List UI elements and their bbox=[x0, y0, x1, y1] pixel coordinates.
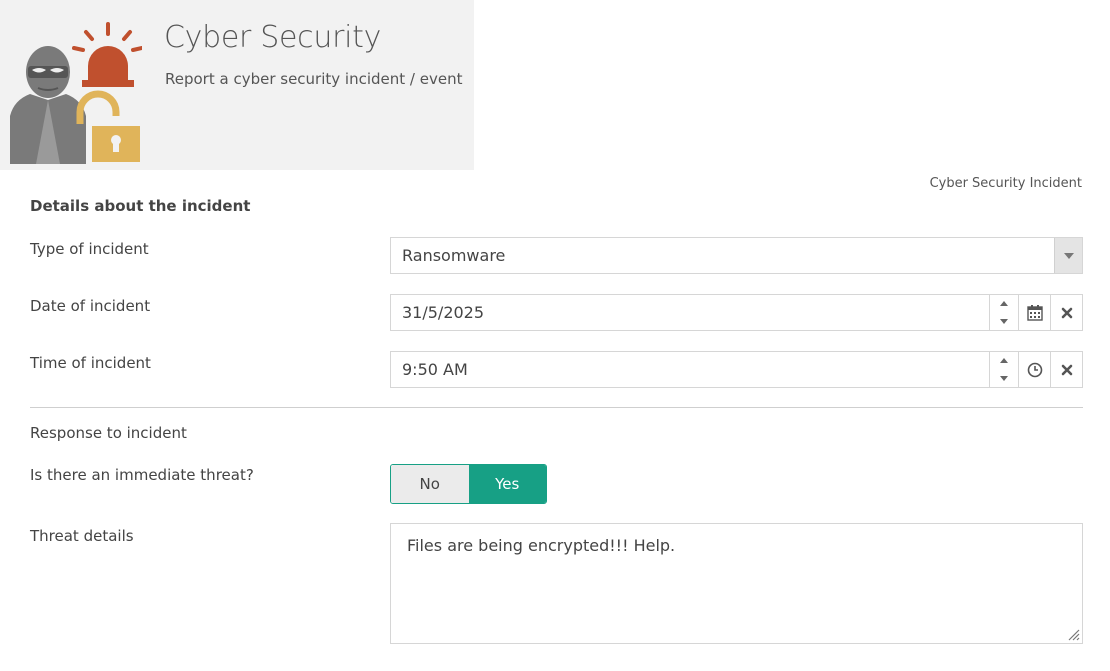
clock-icon[interactable] bbox=[1018, 352, 1050, 387]
date-of-incident-label: Date of incident bbox=[30, 297, 151, 315]
page-subtitle: Report a cyber security incident / event bbox=[165, 70, 463, 88]
date-spinner[interactable] bbox=[989, 295, 1018, 330]
date-of-incident-field[interactable]: 31/5/2025 bbox=[390, 294, 1083, 331]
calendar-icon[interactable] bbox=[1018, 295, 1050, 330]
threat-details-textarea[interactable]: Files are being encrypted!!! Help. bbox=[390, 523, 1083, 644]
section-title-response: Response to incident bbox=[30, 424, 187, 442]
clear-time-icon[interactable] bbox=[1050, 352, 1082, 387]
time-spinner[interactable] bbox=[989, 352, 1018, 387]
time-of-incident-value[interactable]: 9:50 AM bbox=[391, 352, 989, 387]
date-of-incident-value[interactable]: 31/5/2025 bbox=[391, 295, 989, 330]
clear-date-icon[interactable] bbox=[1050, 295, 1082, 330]
spin-up-icon[interactable] bbox=[990, 295, 1018, 313]
toggle-option-no[interactable]: No bbox=[391, 465, 469, 503]
immediate-threat-label: Is there an immediate threat? bbox=[30, 466, 254, 484]
section-title-details: Details about the incident bbox=[30, 197, 251, 215]
time-of-incident-label: Time of incident bbox=[30, 354, 151, 372]
hacker-alarm-lock-icon bbox=[10, 22, 142, 164]
form-name: Cyber Security Incident bbox=[929, 176, 1082, 191]
section-divider bbox=[30, 407, 1083, 408]
spin-down-icon[interactable] bbox=[990, 370, 1018, 388]
type-of-incident-select[interactable]: Ransomware bbox=[390, 237, 1083, 274]
toggle-option-yes[interactable]: Yes bbox=[468, 465, 546, 503]
threat-details-label: Threat details bbox=[30, 527, 134, 545]
page-header: Cyber Security Report a cyber security i… bbox=[0, 0, 474, 170]
dropdown-caret-icon[interactable] bbox=[1054, 238, 1082, 273]
threat-details-value: Files are being encrypted!!! Help. bbox=[407, 536, 676, 555]
resize-grip-icon[interactable] bbox=[1066, 627, 1080, 641]
spin-down-icon[interactable] bbox=[990, 313, 1018, 331]
page-title: Cyber Security bbox=[164, 20, 382, 55]
time-of-incident-field[interactable]: 9:50 AM bbox=[390, 351, 1083, 388]
type-of-incident-label: Type of incident bbox=[30, 240, 149, 258]
immediate-threat-toggle[interactable]: No Yes bbox=[390, 464, 547, 504]
type-of-incident-value: Ransomware bbox=[402, 246, 506, 265]
spin-up-icon[interactable] bbox=[990, 352, 1018, 370]
